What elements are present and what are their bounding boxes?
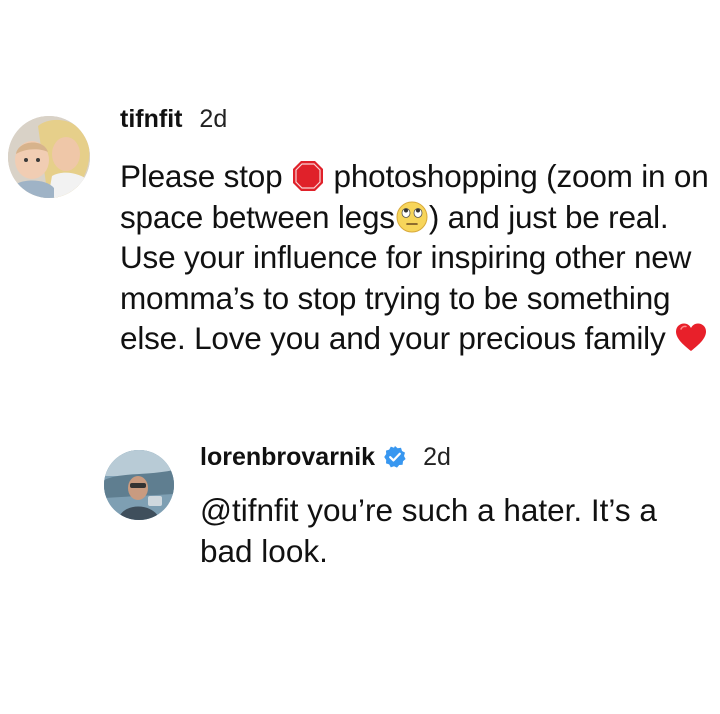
avatar[interactable] [104,450,174,520]
comment-text-part1: Please stop [120,158,291,194]
stop-sign-icon [291,159,325,193]
comment-text: Please stop photoshopping (zoom in on sp… [120,156,720,359]
comment-meta: tifnfit 2d [120,104,227,134]
avatar[interactable] [8,116,90,198]
comment-thread: tifnfit 2d Please stop photoshopping (zo… [0,0,720,714]
reply-text: @tifnfit you’re such a hater. It’s a bad… [200,492,657,569]
eye-roll-face-icon [395,200,429,234]
timestamp: 2d [423,443,451,471]
reply-meta: lorenbrovarnik 2d [200,442,451,472]
verified-badge-icon [383,445,407,469]
red-heart-icon [674,321,708,355]
timestamp: 2d [199,105,228,133]
username[interactable]: tifnfit [120,105,182,133]
username[interactable]: lorenbrovarnik [200,442,375,472]
